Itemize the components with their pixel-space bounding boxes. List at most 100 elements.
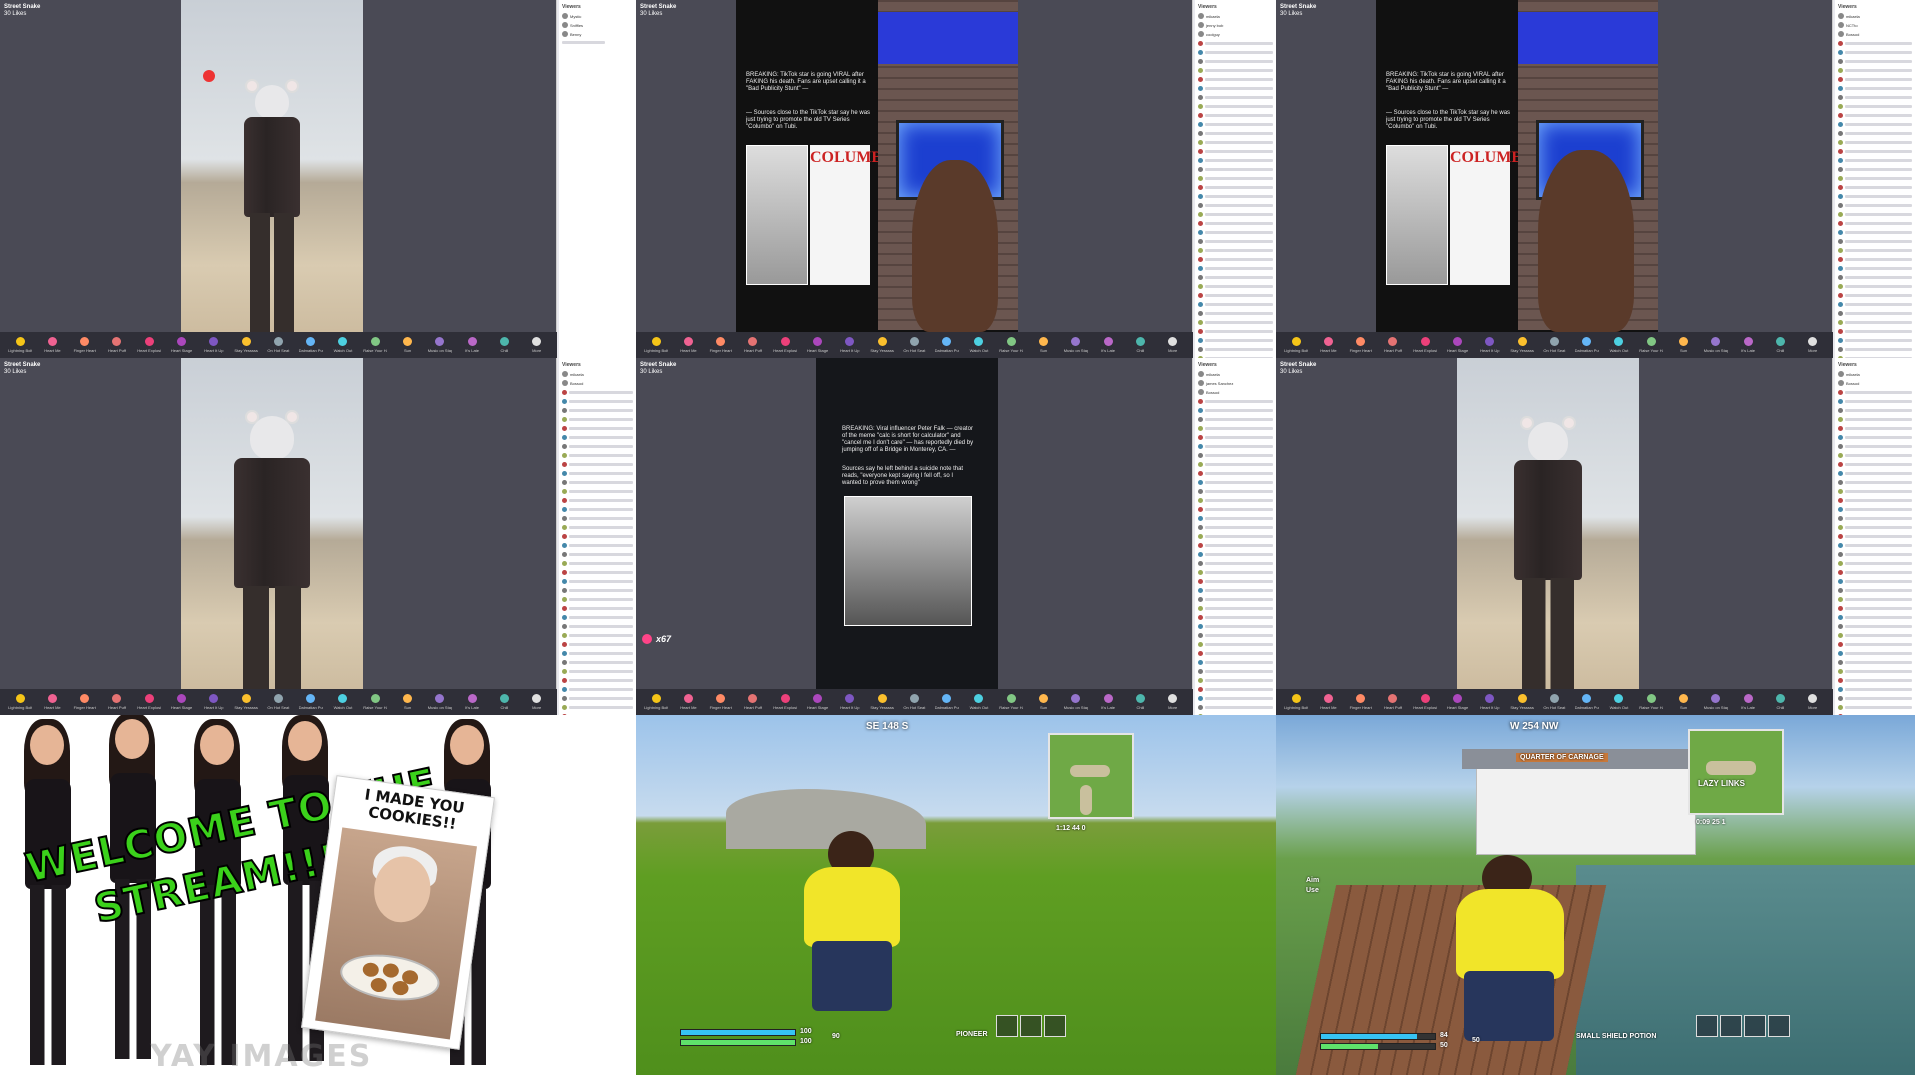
gift-button[interactable]: Watch Out (1607, 694, 1631, 710)
gift-button[interactable]: Lightning Bolt (644, 694, 668, 710)
gift-button[interactable]: Heart It Up (1478, 694, 1502, 710)
gift-button[interactable]: On Hot Seat (266, 694, 290, 710)
viewer-row[interactable]: mikaela (1198, 13, 1273, 19)
inventory-slot-1[interactable] (1696, 1015, 1718, 1037)
gift-button[interactable]: Heart Me (40, 337, 64, 353)
gift-button[interactable]: Watch Out (331, 694, 355, 710)
gift-button[interactable]: Music on Stage (428, 337, 452, 353)
live-panel-6[interactable]: Street Snake 30 Likes Lightning Bolt Heart… (1276, 358, 1915, 715)
live-panel-1[interactable]: Street Snake 30 Likes Lightning Bolt Heart… (0, 0, 636, 358)
gift-button[interactable]: Stay Yesssss (234, 337, 258, 353)
gift-button[interactable]: Heart Explosion (773, 694, 797, 710)
gift-button[interactable]: Finger Heart (709, 337, 733, 353)
gift-button[interactable]: Chill (1128, 337, 1152, 353)
viewer-row[interactable]: mikaela (1838, 13, 1912, 19)
gift-button[interactable]: Finger Heart (73, 694, 97, 710)
gift-button[interactable]: Raise Your Hand (1639, 337, 1663, 353)
gift-button[interactable]: Stay Yesssss (1510, 337, 1534, 353)
gift-button[interactable]: More (525, 337, 549, 353)
gift-button[interactable]: Lightning Bolt (8, 694, 32, 710)
gift-button[interactable]: Heart Stage (1446, 694, 1470, 710)
gift-button[interactable]: It's Late (1736, 694, 1760, 710)
viewer-row[interactable]: Mystic (562, 13, 633, 19)
gift-button[interactable]: Chill (492, 337, 516, 353)
gift-button[interactable]: Heart Stage (170, 694, 194, 710)
inventory-slot-1[interactable] (996, 1015, 1018, 1037)
gift-button[interactable]: Heart Puff (105, 694, 129, 710)
gift-button[interactable]: Heart Puff (741, 337, 765, 353)
live-panel-2[interactable]: Street Snake 30 Likes BREAKING: TikTok st… (636, 0, 1276, 358)
gift-button[interactable]: More (1161, 694, 1185, 710)
gift-button[interactable]: On Hot Seat (1542, 694, 1566, 710)
gift-button[interactable]: Heart Puff (105, 337, 129, 353)
inventory-slot-2[interactable] (1720, 1015, 1742, 1037)
gift-button[interactable]: Sun (396, 337, 420, 353)
gift-button[interactable]: More (1161, 337, 1185, 353)
host-info[interactable]: Street Snake 30 Likes (1280, 362, 1316, 376)
gift-button[interactable]: Heart Puff (1381, 337, 1405, 353)
gift-button[interactable]: Stay Yesssss (870, 337, 894, 353)
viewer-row[interactable]: Bossod (562, 380, 633, 386)
gift-button[interactable]: Watch Out (331, 337, 355, 353)
host-info[interactable]: Street Snake 30 Likes (640, 362, 676, 376)
gift-button[interactable]: It's Late (1096, 337, 1120, 353)
viewer-row[interactable]: Bossod (1838, 380, 1912, 386)
gift-button[interactable]: Sun (1672, 337, 1696, 353)
host-info[interactable]: Street Snake 30 Likes (4, 362, 40, 376)
gift-button[interactable]: Lightning Bolt (8, 337, 32, 353)
gift-button[interactable]: Heart Explosion (773, 337, 797, 353)
gift-button[interactable]: Watch Out (967, 337, 991, 353)
gift-button[interactable]: More (525, 694, 549, 710)
gift-button[interactable]: Sun (396, 694, 420, 710)
gift-button[interactable]: Music on Stage (1704, 694, 1728, 710)
gift-button[interactable]: Heart Stage (170, 337, 194, 353)
inventory-slot-2[interactable] (1020, 1015, 1042, 1037)
gift-button[interactable]: It's Late (1096, 694, 1120, 710)
gift-button[interactable]: Chill (1768, 694, 1792, 710)
gift-button[interactable]: Dalmatian Puff (1575, 337, 1599, 353)
inventory-slot-3[interactable] (1744, 1015, 1766, 1037)
gift-button[interactable]: Finger Heart (73, 337, 97, 353)
gift-button[interactable]: Lightning Bolt (644, 337, 668, 353)
viewer-row[interactable]: Benny (562, 31, 633, 37)
gift-button[interactable]: Finger Heart (709, 694, 733, 710)
gift-button[interactable]: More (1801, 694, 1825, 710)
live-panel-4[interactable]: Street Snake 30 Likes Lightning Bolt Heart… (0, 358, 636, 715)
gift-button[interactable]: Finger Heart (1349, 694, 1373, 710)
gift-button[interactable]: Stay Yesssss (870, 694, 894, 710)
gift-button[interactable]: Heart Stage (806, 337, 830, 353)
host-info[interactable]: Street Snake 30 Likes (1280, 4, 1316, 18)
gift-button[interactable]: Raise Your Hand (363, 694, 387, 710)
gift-button[interactable]: It's Late (460, 337, 484, 353)
viewer-row[interactable]: mikaela (1838, 371, 1912, 377)
gift-button[interactable]: Heart It Up (202, 694, 226, 710)
gift-button[interactable]: Heart Me (676, 694, 700, 710)
gift-button[interactable]: Music on Stage (428, 694, 452, 710)
gift-button[interactable]: Dalmatian Puff (299, 337, 323, 353)
gift-button[interactable]: Heart Me (1316, 694, 1340, 710)
viewer-row[interactable]: Bossod (1198, 389, 1273, 395)
gift-button[interactable]: Sun (1032, 337, 1056, 353)
gift-button[interactable]: Heart Puff (1381, 694, 1405, 710)
gift-button[interactable]: Raise Your Hand (999, 694, 1023, 710)
gift-button[interactable]: On Hot Seat (902, 337, 926, 353)
inventory-slot-4[interactable] (1768, 1015, 1790, 1037)
viewer-row[interactable]: coolguy (1198, 31, 1273, 37)
live-panel-5[interactable]: Street Snake 30 Likes BREAKING: Viral inf… (636, 358, 1276, 715)
gift-button[interactable]: Dalmatian Puff (935, 694, 959, 710)
gift-button[interactable]: Heart Me (40, 694, 64, 710)
viewer-row[interactable]: Bossod (1838, 31, 1912, 37)
gift-button[interactable]: Heart Stage (806, 694, 830, 710)
gift-button[interactable]: It's Late (460, 694, 484, 710)
gift-button[interactable]: Heart Me (1316, 337, 1340, 353)
minimap[interactable] (1048, 733, 1134, 819)
gift-button[interactable]: Dalmatian Puff (299, 694, 323, 710)
gift-button[interactable]: Heart It Up (1478, 337, 1502, 353)
fortnite-panel-2[interactable]: W 254 NW QUARTER OF CARNAGE LAZY LINKS 0… (1276, 715, 1915, 1075)
gift-button[interactable]: Watch Out (1607, 337, 1631, 353)
gift-button[interactable]: Dalmatian Puff (935, 337, 959, 353)
gift-button[interactable]: Raise Your Hand (999, 337, 1023, 353)
gift-button[interactable]: Heart It Up (838, 337, 862, 353)
gift-button[interactable]: Heart Stage (1446, 337, 1470, 353)
inventory-slot-3[interactable] (1044, 1015, 1066, 1037)
